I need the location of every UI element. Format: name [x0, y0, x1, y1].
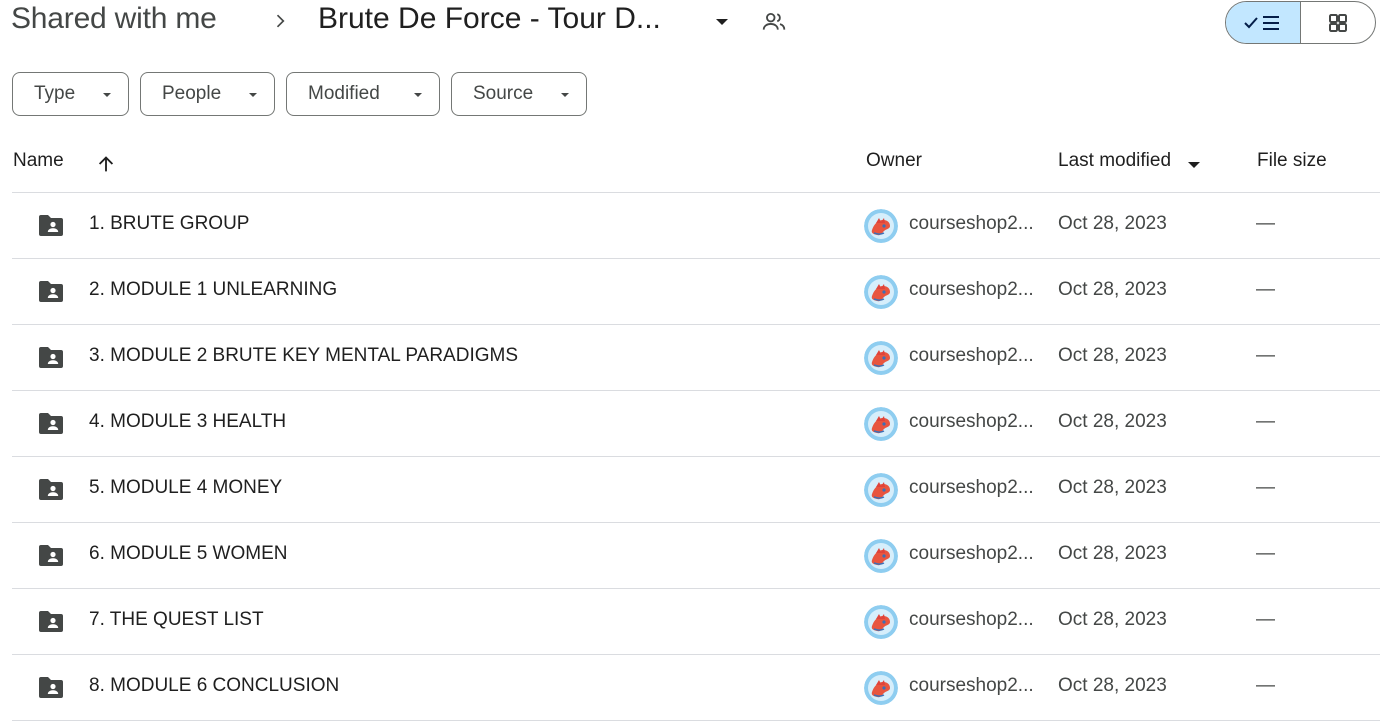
last-modified: Oct 28, 2023 [1058, 543, 1167, 564]
owner-avatar[interactable] [864, 275, 898, 309]
file-size: — [1256, 411, 1275, 432]
table-row[interactable]: 5. MODULE 4 MONEY courseshop2... Oct 28, 2… [12, 457, 1380, 523]
filter-modified[interactable]: Modified [286, 72, 440, 116]
view-toggle [1225, 1, 1376, 44]
shared-folder-icon [37, 610, 65, 634]
table-row[interactable]: 7. THE QUEST LIST courseshop2... Oct 28, 2… [12, 589, 1380, 655]
chevron-right-icon [276, 14, 285, 28]
last-modified: Oct 28, 2023 [1058, 411, 1167, 432]
file-size: — [1256, 345, 1275, 366]
grid-icon [1329, 13, 1347, 32]
column-header-size[interactable]: File size [1257, 150, 1327, 172]
table-row[interactable]: 1. BRUTE GROUP courseshop2... Oct 28, 2023… [12, 193, 1380, 259]
column-header-owner[interactable]: Owner [866, 150, 922, 172]
file-size: — [1256, 213, 1275, 234]
file-name: 3. MODULE 2 BRUTE KEY MENTAL PARADIGMS [89, 345, 519, 366]
owner-name: courseshop2... [909, 345, 1034, 366]
filter-type[interactable]: Type [12, 72, 129, 116]
owner-name: courseshop2... [909, 213, 1034, 234]
breadcrumb-root[interactable]: Shared with me [11, 2, 217, 36]
owner-avatar[interactable] [864, 473, 898, 507]
table-row[interactable]: 8. MODULE 6 CONCLUSION courseshop2... Oct … [12, 655, 1380, 721]
file-name: 2. MODULE 1 UNLEARNING [89, 279, 338, 300]
owner-name: courseshop2... [909, 279, 1034, 300]
owner-name: courseshop2... [909, 675, 1034, 696]
caret-down-icon [103, 93, 111, 97]
table-row[interactable]: 3. MODULE 2 BRUTE KEY MENTAL PARADIGMS co… [12, 325, 1380, 391]
shared-folder-icon [37, 544, 65, 568]
filter-label: People [162, 83, 222, 104]
checkmark-list-icon [1244, 15, 1279, 30]
file-name: 7. THE QUEST LIST [89, 609, 264, 630]
owner-avatar[interactable] [864, 539, 898, 573]
last-modified: Oct 28, 2023 [1058, 609, 1167, 630]
owner-name: courseshop2... [909, 477, 1034, 498]
filter-label: Source [473, 83, 534, 104]
table-row[interactable]: 2. MODULE 1 UNLEARNING courseshop2... Oct … [12, 259, 1380, 325]
last-modified: Oct 28, 2023 [1058, 477, 1167, 498]
owner-avatar[interactable] [864, 605, 898, 639]
filter-source[interactable]: Source [451, 72, 587, 116]
caret-down-icon [249, 93, 257, 97]
last-modified: Oct 28, 2023 [1058, 675, 1167, 696]
shared-folder-icon [37, 214, 65, 238]
caret-down-icon[interactable] [710, 10, 734, 34]
shared-folder-icon [37, 676, 65, 700]
owner-name: courseshop2... [909, 543, 1034, 564]
file-size: — [1256, 543, 1275, 564]
caret-down-icon [561, 93, 569, 97]
table-row[interactable]: 4. MODULE 3 HEALTH courseshop2... Oct 28, … [12, 391, 1380, 457]
last-modified: Oct 28, 2023 [1058, 213, 1167, 234]
owner-avatar[interactable] [864, 209, 898, 243]
file-name: 5. MODULE 4 MONEY [89, 477, 283, 498]
filter-people[interactable]: People [140, 72, 275, 116]
file-name: 8. MODULE 6 CONCLUSION [89, 675, 340, 696]
owner-avatar[interactable] [864, 341, 898, 375]
breadcrumb-current[interactable]: Brute De Force - Tour D... [318, 2, 661, 36]
shared-folder-icon [37, 280, 65, 304]
last-modified: Oct 28, 2023 [1058, 345, 1167, 366]
file-size: — [1256, 477, 1275, 498]
last-modified: Oct 28, 2023 [1058, 279, 1167, 300]
filter-label: Type [34, 83, 76, 104]
filter-label: Modified [308, 83, 380, 104]
shared-folder-icon [37, 412, 65, 436]
owner-name: courseshop2... [909, 609, 1034, 630]
file-size: — [1256, 675, 1275, 696]
file-name: 1. BRUTE GROUP [89, 213, 250, 234]
column-header-name[interactable]: Name [13, 150, 64, 172]
owner-avatar[interactable] [864, 671, 898, 705]
caret-down-icon [414, 93, 422, 97]
header: Shared with me Brute De Force - Tour D..… [0, 0, 1380, 46]
owner-name: courseshop2... [909, 411, 1034, 432]
shared-folder-icon [37, 478, 65, 502]
file-name: 6. MODULE 5 WOMEN [89, 543, 288, 564]
file-name: 4. MODULE 3 HEALTH [89, 411, 287, 432]
file-size: — [1256, 279, 1275, 300]
caret-down-icon[interactable] [1186, 157, 1202, 173]
file-size: — [1256, 609, 1275, 630]
shared-folder-icon [37, 346, 65, 370]
list-view-button[interactable] [1226, 2, 1301, 43]
column-header-modified[interactable]: Last modified [1058, 150, 1171, 172]
people-icon[interactable] [761, 9, 787, 35]
arrow-up-icon[interactable] [95, 153, 117, 175]
grid-view-button[interactable] [1301, 2, 1375, 43]
owner-avatar[interactable] [864, 407, 898, 441]
table-row[interactable]: 6. MODULE 5 WOMEN courseshop2... Oct 28, 2… [12, 523, 1380, 589]
